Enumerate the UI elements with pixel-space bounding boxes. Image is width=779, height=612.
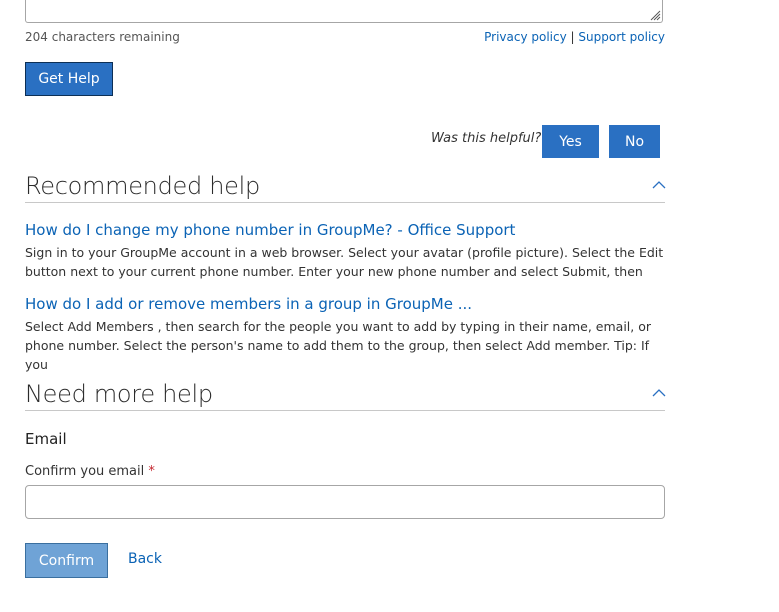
required-mark: * (148, 464, 155, 479)
back-link[interactable]: Back (128, 551, 162, 567)
helpful-question: Was this helpful? (431, 131, 542, 146)
rec-article-description: Sign in to your GroupMe account in a web… (25, 245, 664, 279)
email-input[interactable] (25, 485, 665, 519)
recommended-help-title: Recommended help (25, 172, 260, 200)
email-heading: Email (25, 430, 67, 448)
chevron-up-icon[interactable] (652, 388, 666, 398)
confirm-email-label: Confirm you email * (25, 464, 155, 479)
policy-links: Privacy policy | Support policy (484, 30, 665, 44)
section-divider (25, 410, 665, 411)
yes-button[interactable]: Yes (542, 125, 599, 158)
rec-article-description: Select Add Members , then search for the… (25, 319, 652, 372)
feedback-textarea[interactable] (25, 0, 663, 23)
rec-article-link[interactable]: How do I add or remove members in a grou… (25, 295, 472, 313)
section-divider (25, 202, 665, 203)
need-more-help-title: Need more help (25, 380, 213, 408)
get-help-button[interactable]: Get Help (25, 62, 113, 96)
chars-remaining: 204 characters remaining (25, 30, 180, 44)
support-policy-link[interactable]: Support policy (578, 30, 665, 44)
no-button[interactable]: No (609, 125, 660, 158)
resize-grip-icon[interactable] (649, 9, 661, 21)
rec-article-link[interactable]: How do I change my phone number in Group… (25, 221, 515, 239)
chevron-up-icon[interactable] (652, 180, 666, 190)
policy-separator: | (570, 30, 575, 44)
privacy-policy-link[interactable]: Privacy policy (484, 30, 567, 44)
confirm-email-label-text: Confirm you email (25, 464, 145, 479)
confirm-button[interactable]: Confirm (25, 543, 108, 578)
